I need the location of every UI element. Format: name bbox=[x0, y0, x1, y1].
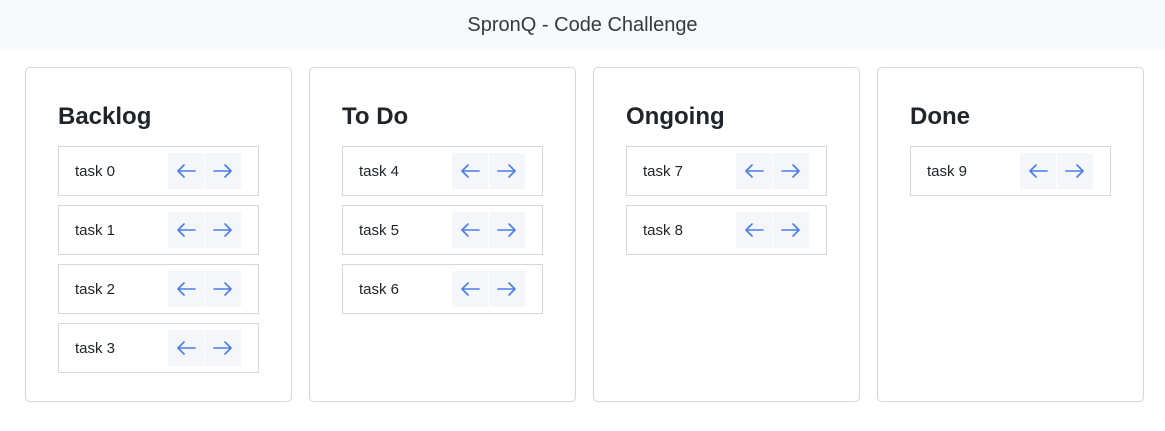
move-left-button[interactable] bbox=[168, 212, 204, 248]
arrow-left-icon bbox=[460, 282, 480, 296]
task-card: task 6 bbox=[342, 264, 543, 314]
move-right-button[interactable] bbox=[773, 212, 809, 248]
move-left-button[interactable] bbox=[736, 212, 772, 248]
task-move-buttons bbox=[452, 153, 525, 189]
task-list: task 0 task 1 task 2 task 3 bbox=[58, 146, 259, 373]
task-card: task 3 bbox=[58, 323, 259, 373]
arrow-right-icon bbox=[1065, 164, 1085, 178]
column-done: Done task 9 bbox=[877, 67, 1144, 402]
column-title: Ongoing bbox=[626, 103, 725, 130]
arrow-left-icon bbox=[176, 223, 196, 237]
arrow-right-icon bbox=[213, 341, 233, 355]
move-right-button[interactable] bbox=[489, 212, 525, 248]
app-title: SpronQ - Code Challenge bbox=[467, 13, 698, 36]
task-list: task 9 bbox=[910, 146, 1111, 196]
move-left-button[interactable] bbox=[168, 330, 204, 366]
arrow-left-icon bbox=[460, 164, 480, 178]
task-card: task 7 bbox=[626, 146, 827, 196]
arrow-right-icon bbox=[213, 282, 233, 296]
app-header: SpronQ - Code Challenge bbox=[0, 0, 1165, 50]
arrow-left-icon bbox=[744, 164, 764, 178]
arrow-left-icon bbox=[460, 223, 480, 237]
task-label: task 1 bbox=[75, 221, 116, 239]
task-label: task 0 bbox=[75, 162, 116, 180]
task-move-buttons bbox=[168, 153, 241, 189]
task-card: task 1 bbox=[58, 205, 259, 255]
move-right-button[interactable] bbox=[773, 153, 809, 189]
arrow-right-icon bbox=[497, 223, 517, 237]
move-left-button[interactable] bbox=[452, 212, 488, 248]
column-todo: To Do task 4 task 5 task 6 bbox=[309, 67, 576, 402]
move-right-button[interactable] bbox=[489, 271, 525, 307]
task-label: task 9 bbox=[927, 162, 968, 180]
task-label: task 2 bbox=[75, 280, 116, 298]
move-left-button[interactable] bbox=[452, 153, 488, 189]
task-move-buttons bbox=[736, 153, 809, 189]
task-list: task 7 task 8 bbox=[626, 146, 827, 255]
column-title: Backlog bbox=[58, 103, 152, 130]
arrow-right-icon bbox=[781, 223, 801, 237]
arrow-right-icon bbox=[213, 164, 233, 178]
arrow-right-icon bbox=[213, 223, 233, 237]
move-left-button[interactable] bbox=[168, 153, 204, 189]
move-right-button[interactable] bbox=[205, 153, 241, 189]
task-card: task 2 bbox=[58, 264, 259, 314]
task-move-buttons bbox=[452, 271, 525, 307]
move-right-button[interactable] bbox=[1057, 153, 1093, 189]
arrow-right-icon bbox=[497, 282, 517, 296]
move-right-button[interactable] bbox=[489, 153, 525, 189]
column-title: Done bbox=[910, 103, 970, 130]
arrow-right-icon bbox=[781, 164, 801, 178]
task-card: task 5 bbox=[342, 205, 543, 255]
arrow-right-icon bbox=[497, 164, 517, 178]
arrow-left-icon bbox=[176, 341, 196, 355]
kanban-board: Backlog task 0 task 1 task 2 task 3 To D… bbox=[25, 67, 1144, 402]
task-label: task 7 bbox=[643, 162, 684, 180]
move-left-button[interactable] bbox=[1020, 153, 1056, 189]
task-label: task 6 bbox=[359, 280, 400, 298]
task-label: task 4 bbox=[359, 162, 400, 180]
task-move-buttons bbox=[168, 212, 241, 248]
move-left-button[interactable] bbox=[452, 271, 488, 307]
move-right-button[interactable] bbox=[205, 271, 241, 307]
column-backlog: Backlog task 0 task 1 task 2 task 3 bbox=[25, 67, 292, 402]
task-label: task 5 bbox=[359, 221, 400, 239]
task-card: task 0 bbox=[58, 146, 259, 196]
task-card: task 9 bbox=[910, 146, 1111, 196]
task-move-buttons bbox=[736, 212, 809, 248]
column-title: To Do bbox=[342, 103, 409, 130]
task-label: task 3 bbox=[75, 339, 116, 357]
arrow-left-icon bbox=[176, 282, 196, 296]
move-left-button[interactable] bbox=[736, 153, 772, 189]
task-move-buttons bbox=[168, 330, 241, 366]
move-right-button[interactable] bbox=[205, 212, 241, 248]
task-card: task 4 bbox=[342, 146, 543, 196]
task-move-buttons bbox=[168, 271, 241, 307]
move-right-button[interactable] bbox=[205, 330, 241, 366]
arrow-left-icon bbox=[744, 223, 764, 237]
arrow-left-icon bbox=[176, 164, 196, 178]
arrow-left-icon bbox=[1028, 164, 1048, 178]
task-card: task 8 bbox=[626, 205, 827, 255]
task-move-buttons bbox=[452, 212, 525, 248]
task-label: task 8 bbox=[643, 221, 684, 239]
column-ongoing: Ongoing task 7 task 8 bbox=[593, 67, 860, 402]
task-list: task 4 task 5 task 6 bbox=[342, 146, 543, 314]
move-left-button[interactable] bbox=[168, 271, 204, 307]
task-move-buttons bbox=[1020, 153, 1093, 189]
